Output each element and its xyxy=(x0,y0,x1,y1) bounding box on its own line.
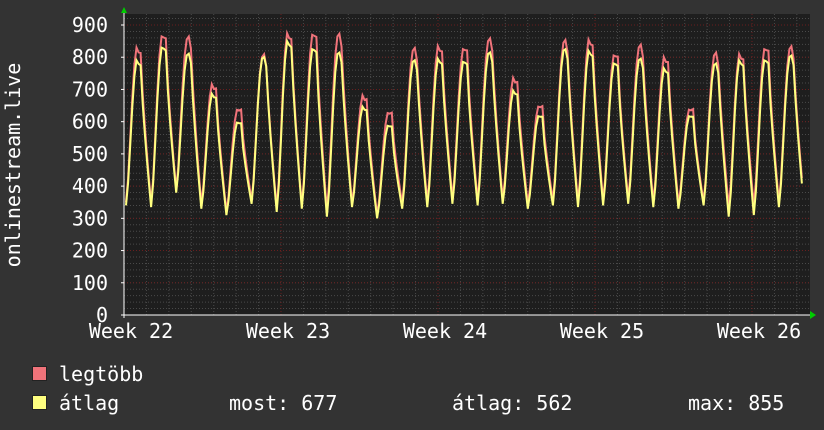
y-tick-label: 200 xyxy=(72,239,108,263)
y-tick-label: 100 xyxy=(72,271,108,295)
x-tick-label: Week 23 xyxy=(246,319,330,343)
x-axis-arrow xyxy=(810,311,816,319)
y-tick-label: 900 xyxy=(72,13,108,37)
legend-avg-label: átlag xyxy=(59,391,120,415)
y-tick-labels: 0100200300400500600700800900 xyxy=(72,13,124,327)
y-axis-label: onlinestream.live xyxy=(1,63,25,268)
y-axis-arrow xyxy=(121,7,127,13)
y-tick-label: 600 xyxy=(72,110,108,134)
stat-maximum: max: 855 xyxy=(688,391,785,415)
y-tick-label: 400 xyxy=(72,174,108,198)
legend-swatch-avg xyxy=(32,395,47,410)
y-tick-label: 700 xyxy=(72,77,108,101)
stat-average: átlag: 562 xyxy=(452,391,573,415)
y-tick-label: 300 xyxy=(72,206,108,230)
x-tick-label: Week 25 xyxy=(560,319,644,343)
stat-current: most: 677 xyxy=(229,391,338,415)
x-tick-label: Week 22 xyxy=(89,319,173,343)
legend-max-label: legtöbb xyxy=(59,362,144,386)
y-tick-label: 500 xyxy=(72,142,108,166)
x-tick-labels: Week 22 Week 23 Week 24 Week 25 Week 26 xyxy=(89,319,801,343)
y-tick-label: 800 xyxy=(72,45,108,69)
x-tick-label: Week 26 xyxy=(717,319,801,343)
x-tick-label: Week 24 xyxy=(403,319,487,343)
legend-swatch-max xyxy=(32,366,47,381)
